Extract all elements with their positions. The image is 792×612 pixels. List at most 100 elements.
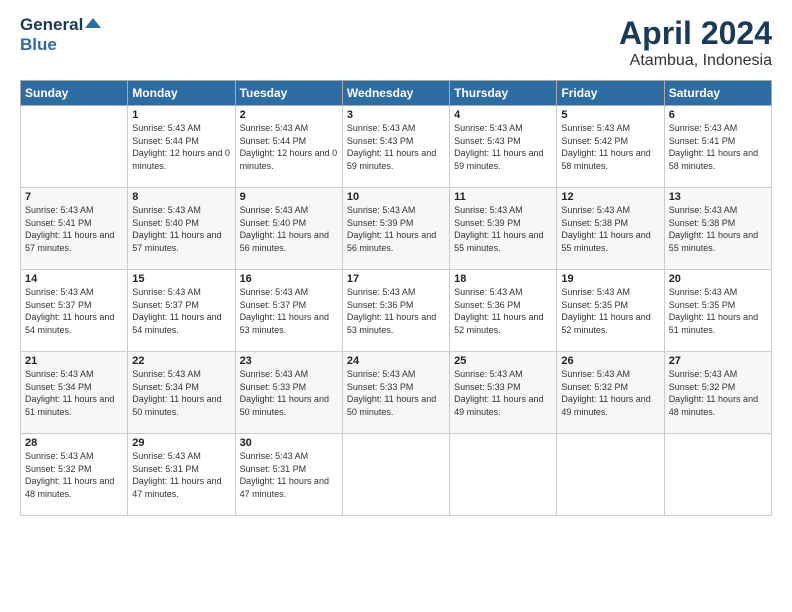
day-number: 19 bbox=[561, 273, 659, 285]
calendar-cell: 12Sunrise: 5:43 AMSunset: 5:38 PMDayligh… bbox=[557, 188, 664, 270]
week-row-2: 14Sunrise: 5:43 AMSunset: 5:37 PMDayligh… bbox=[21, 270, 772, 352]
cell-info: Sunrise: 5:43 AMSunset: 5:33 PMDaylight:… bbox=[454, 368, 552, 418]
day-number: 13 bbox=[669, 191, 767, 203]
calendar-cell: 30Sunrise: 5:43 AMSunset: 5:31 PMDayligh… bbox=[235, 434, 342, 516]
header-row: Sunday Monday Tuesday Wednesday Thursday… bbox=[21, 81, 772, 106]
day-number: 5 bbox=[561, 109, 659, 121]
logo-icon bbox=[85, 18, 101, 34]
day-number: 22 bbox=[132, 355, 230, 367]
calendar-cell bbox=[664, 434, 771, 516]
calendar-cell: 8Sunrise: 5:43 AMSunset: 5:40 PMDaylight… bbox=[128, 188, 235, 270]
calendar-cell: 17Sunrise: 5:43 AMSunset: 5:36 PMDayligh… bbox=[342, 270, 449, 352]
day-number: 28 bbox=[25, 437, 123, 449]
day-number: 9 bbox=[240, 191, 338, 203]
day-number: 8 bbox=[132, 191, 230, 203]
title-area: April 2024 Atambua, Indonesia bbox=[619, 15, 772, 70]
day-number: 11 bbox=[454, 191, 552, 203]
day-number: 17 bbox=[347, 273, 445, 285]
day-number: 16 bbox=[240, 273, 338, 285]
calendar-cell bbox=[450, 434, 557, 516]
col-tuesday: Tuesday bbox=[235, 81, 342, 106]
day-number: 21 bbox=[25, 355, 123, 367]
day-number: 4 bbox=[454, 109, 552, 121]
cell-info: Sunrise: 5:43 AMSunset: 5:41 PMDaylight:… bbox=[669, 122, 767, 172]
day-number: 29 bbox=[132, 437, 230, 449]
logo-general: General bbox=[20, 15, 83, 34]
calendar-cell: 28Sunrise: 5:43 AMSunset: 5:32 PMDayligh… bbox=[21, 434, 128, 516]
day-number: 23 bbox=[240, 355, 338, 367]
calendar-cell: 27Sunrise: 5:43 AMSunset: 5:32 PMDayligh… bbox=[664, 352, 771, 434]
cell-info: Sunrise: 5:43 AMSunset: 5:37 PMDaylight:… bbox=[25, 286, 123, 336]
calendar-cell: 10Sunrise: 5:43 AMSunset: 5:39 PMDayligh… bbox=[342, 188, 449, 270]
cell-info: Sunrise: 5:43 AMSunset: 5:39 PMDaylight:… bbox=[454, 204, 552, 254]
cell-info: Sunrise: 5:43 AMSunset: 5:34 PMDaylight:… bbox=[25, 368, 123, 418]
col-friday: Friday bbox=[557, 81, 664, 106]
cell-info: Sunrise: 5:43 AMSunset: 5:39 PMDaylight:… bbox=[347, 204, 445, 254]
day-number: 10 bbox=[347, 191, 445, 203]
cell-info: Sunrise: 5:43 AMSunset: 5:40 PMDaylight:… bbox=[240, 204, 338, 254]
cell-info: Sunrise: 5:43 AMSunset: 5:33 PMDaylight:… bbox=[240, 368, 338, 418]
cell-info: Sunrise: 5:43 AMSunset: 5:32 PMDaylight:… bbox=[561, 368, 659, 418]
main-container: General Blue April 2024 Atambua, Indones… bbox=[0, 0, 792, 526]
cell-info: Sunrise: 5:43 AMSunset: 5:31 PMDaylight:… bbox=[240, 450, 338, 500]
week-row-3: 21Sunrise: 5:43 AMSunset: 5:34 PMDayligh… bbox=[21, 352, 772, 434]
cell-info: Sunrise: 5:43 AMSunset: 5:43 PMDaylight:… bbox=[347, 122, 445, 172]
day-number: 25 bbox=[454, 355, 552, 367]
calendar-cell: 20Sunrise: 5:43 AMSunset: 5:35 PMDayligh… bbox=[664, 270, 771, 352]
cell-info: Sunrise: 5:43 AMSunset: 5:31 PMDaylight:… bbox=[132, 450, 230, 500]
logo: General Blue bbox=[20, 15, 101, 54]
calendar-cell: 24Sunrise: 5:43 AMSunset: 5:33 PMDayligh… bbox=[342, 352, 449, 434]
calendar-cell: 18Sunrise: 5:43 AMSunset: 5:36 PMDayligh… bbox=[450, 270, 557, 352]
cell-info: Sunrise: 5:43 AMSunset: 5:37 PMDaylight:… bbox=[240, 286, 338, 336]
cell-info: Sunrise: 5:43 AMSunset: 5:36 PMDaylight:… bbox=[347, 286, 445, 336]
logo-blue: Blue bbox=[20, 35, 101, 55]
cell-info: Sunrise: 5:43 AMSunset: 5:32 PMDaylight:… bbox=[669, 368, 767, 418]
calendar-cell: 13Sunrise: 5:43 AMSunset: 5:38 PMDayligh… bbox=[664, 188, 771, 270]
calendar-cell: 22Sunrise: 5:43 AMSunset: 5:34 PMDayligh… bbox=[128, 352, 235, 434]
calendar-cell: 19Sunrise: 5:43 AMSunset: 5:35 PMDayligh… bbox=[557, 270, 664, 352]
cell-info: Sunrise: 5:43 AMSunset: 5:42 PMDaylight:… bbox=[561, 122, 659, 172]
day-number: 6 bbox=[669, 109, 767, 121]
cell-info: Sunrise: 5:43 AMSunset: 5:44 PMDaylight:… bbox=[240, 122, 338, 172]
col-wednesday: Wednesday bbox=[342, 81, 449, 106]
calendar-cell: 29Sunrise: 5:43 AMSunset: 5:31 PMDayligh… bbox=[128, 434, 235, 516]
day-number: 20 bbox=[669, 273, 767, 285]
day-number: 1 bbox=[132, 109, 230, 121]
col-saturday: Saturday bbox=[664, 81, 771, 106]
calendar-cell: 11Sunrise: 5:43 AMSunset: 5:39 PMDayligh… bbox=[450, 188, 557, 270]
calendar-cell: 5Sunrise: 5:43 AMSunset: 5:42 PMDaylight… bbox=[557, 106, 664, 188]
col-sunday: Sunday bbox=[21, 81, 128, 106]
day-number: 7 bbox=[25, 191, 123, 203]
calendar-cell: 3Sunrise: 5:43 AMSunset: 5:43 PMDaylight… bbox=[342, 106, 449, 188]
day-number: 27 bbox=[669, 355, 767, 367]
month-title: April 2024 bbox=[619, 15, 772, 52]
calendar-cell: 23Sunrise: 5:43 AMSunset: 5:33 PMDayligh… bbox=[235, 352, 342, 434]
calendar-cell: 4Sunrise: 5:43 AMSunset: 5:43 PMDaylight… bbox=[450, 106, 557, 188]
calendar-cell: 15Sunrise: 5:43 AMSunset: 5:37 PMDayligh… bbox=[128, 270, 235, 352]
cell-info: Sunrise: 5:43 AMSunset: 5:37 PMDaylight:… bbox=[132, 286, 230, 336]
day-number: 15 bbox=[132, 273, 230, 285]
calendar-cell: 16Sunrise: 5:43 AMSunset: 5:37 PMDayligh… bbox=[235, 270, 342, 352]
calendar-cell: 2Sunrise: 5:43 AMSunset: 5:44 PMDaylight… bbox=[235, 106, 342, 188]
calendar-cell: 6Sunrise: 5:43 AMSunset: 5:41 PMDaylight… bbox=[664, 106, 771, 188]
cell-info: Sunrise: 5:43 AMSunset: 5:35 PMDaylight:… bbox=[561, 286, 659, 336]
calendar-cell bbox=[21, 106, 128, 188]
cell-info: Sunrise: 5:43 AMSunset: 5:32 PMDaylight:… bbox=[25, 450, 123, 500]
cell-info: Sunrise: 5:43 AMSunset: 5:44 PMDaylight:… bbox=[132, 122, 230, 172]
cell-info: Sunrise: 5:43 AMSunset: 5:38 PMDaylight:… bbox=[561, 204, 659, 254]
col-monday: Monday bbox=[128, 81, 235, 106]
calendar-cell: 26Sunrise: 5:43 AMSunset: 5:32 PMDayligh… bbox=[557, 352, 664, 434]
cell-info: Sunrise: 5:43 AMSunset: 5:36 PMDaylight:… bbox=[454, 286, 552, 336]
cell-info: Sunrise: 5:43 AMSunset: 5:35 PMDaylight:… bbox=[669, 286, 767, 336]
calendar-cell: 9Sunrise: 5:43 AMSunset: 5:40 PMDaylight… bbox=[235, 188, 342, 270]
calendar-cell: 1Sunrise: 5:43 AMSunset: 5:44 PMDaylight… bbox=[128, 106, 235, 188]
col-thursday: Thursday bbox=[450, 81, 557, 106]
calendar-cell: 21Sunrise: 5:43 AMSunset: 5:34 PMDayligh… bbox=[21, 352, 128, 434]
calendar-cell: 25Sunrise: 5:43 AMSunset: 5:33 PMDayligh… bbox=[450, 352, 557, 434]
week-row-1: 7Sunrise: 5:43 AMSunset: 5:41 PMDaylight… bbox=[21, 188, 772, 270]
cell-info: Sunrise: 5:43 AMSunset: 5:43 PMDaylight:… bbox=[454, 122, 552, 172]
cell-info: Sunrise: 5:43 AMSunset: 5:34 PMDaylight:… bbox=[132, 368, 230, 418]
day-number: 24 bbox=[347, 355, 445, 367]
day-number: 3 bbox=[347, 109, 445, 121]
day-number: 14 bbox=[25, 273, 123, 285]
